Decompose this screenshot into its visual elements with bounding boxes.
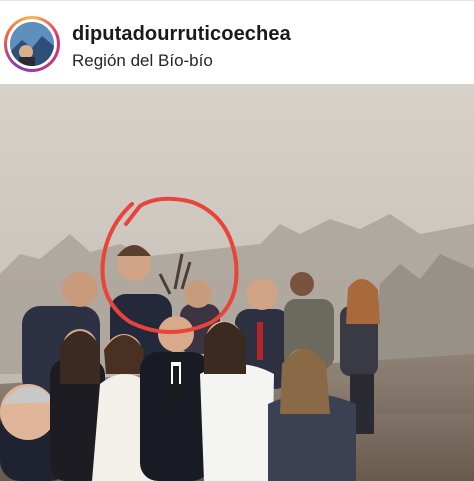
location-link[interactable]: Región del Bío-bío [72,51,213,71]
story-ring[interactable] [4,16,60,72]
avatar[interactable] [10,22,54,66]
post-photo[interactable] [0,84,474,481]
username-link[interactable]: diputadourruticoechea [72,23,291,46]
avatar-icon [10,22,54,66]
post-header: diputadourruticoechea Región del Bío-bío [0,0,474,84]
photo-image [0,84,474,481]
